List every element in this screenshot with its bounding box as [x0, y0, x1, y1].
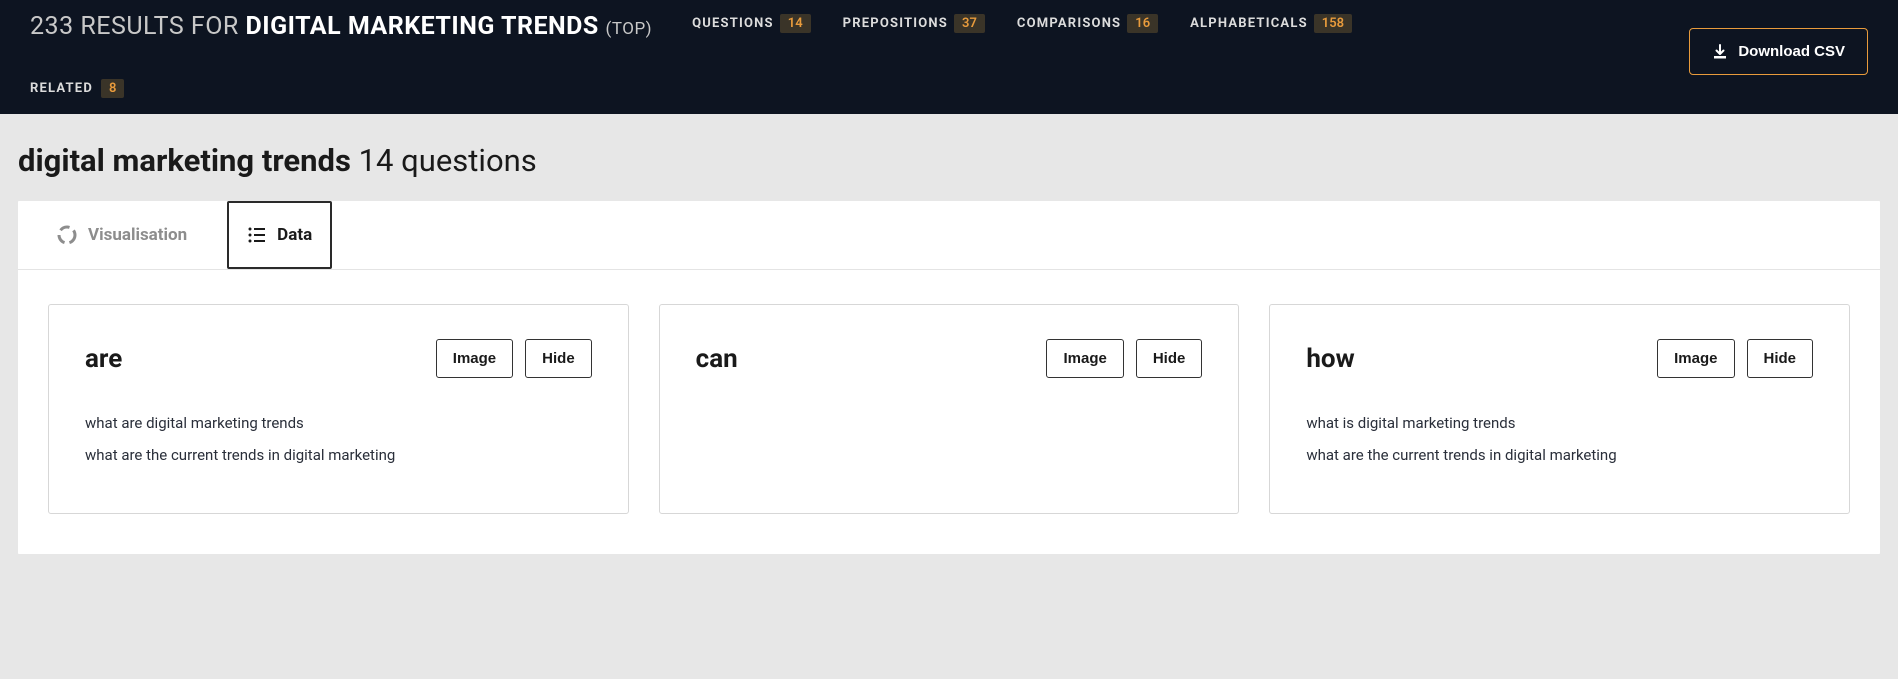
- download-csv-label: Download CSV: [1738, 43, 1845, 60]
- list-item[interactable]: what are digital marketing trends: [85, 414, 592, 432]
- count-badge: 158: [1314, 14, 1352, 33]
- nav-tab-label: ALPHABETICALS: [1190, 16, 1308, 31]
- count-badge: 8: [101, 79, 124, 98]
- nav-tab-label: PREPOSITIONS: [843, 16, 948, 31]
- count-badge: 16: [1127, 14, 1158, 33]
- hide-button[interactable]: Hide: [1747, 339, 1814, 378]
- nav-tab-questions[interactable]: QUESTIONS 14: [692, 14, 811, 33]
- section-title-wrap: digital marketing trends 14 questions: [0, 114, 1898, 201]
- card-actions: Image Hide: [436, 339, 592, 378]
- results-title: 233 RESULTS FOR DIGITAL MARKETING TRENDS…: [30, 12, 652, 41]
- hide-button[interactable]: Hide: [1136, 339, 1203, 378]
- tab-data[interactable]: Data: [227, 201, 332, 269]
- card-head: are Image Hide: [85, 339, 592, 378]
- count-badge: 14: [780, 14, 811, 33]
- nav-tab-label: RELATED: [30, 81, 93, 96]
- download-csv-button[interactable]: Download CSV: [1689, 28, 1868, 75]
- section-query: digital marketing trends: [18, 142, 351, 179]
- header-left: 233 RESULTS FOR DIGITAL MARKETING TRENDS…: [30, 0, 652, 114]
- card-list: what is digital marketing trends what ar…: [1306, 414, 1813, 464]
- tab-label: Visualisation: [88, 225, 187, 245]
- results-count: 233: [30, 12, 74, 41]
- nav-tab-label: COMPARISONS: [1017, 16, 1121, 31]
- hide-button[interactable]: Hide: [525, 339, 592, 378]
- nav-tab-comparisons[interactable]: COMPARISONS 16: [1017, 14, 1158, 33]
- view-tabs: Visualisation Data: [18, 201, 1880, 270]
- card-actions: Image Hide: [1657, 339, 1813, 378]
- cards-row: are Image Hide what are digital marketin…: [18, 270, 1880, 554]
- nav-tabs: QUESTIONS 14 PREPOSITIONS 37 COMPARISONS…: [692, 0, 1352, 33]
- panel: Visualisation Data are Image: [18, 201, 1880, 554]
- tab-visualisation[interactable]: Visualisation: [38, 201, 205, 269]
- card-actions: Image Hide: [1046, 339, 1202, 378]
- list-icon: [247, 225, 267, 245]
- card-title: are: [85, 344, 122, 374]
- card-title: can: [696, 344, 738, 374]
- card-head: how Image Hide: [1306, 339, 1813, 378]
- card-head: can Image Hide: [696, 339, 1203, 378]
- nav-tab-label: QUESTIONS: [692, 16, 774, 31]
- nav-tab-alphabeticals[interactable]: ALPHABETICALS 158: [1190, 14, 1352, 33]
- nav-tab-prepositions[interactable]: PREPOSITIONS 37: [843, 14, 985, 33]
- nav-tab-related[interactable]: RELATED 8: [30, 79, 652, 98]
- card-how: how Image Hide what is digital marketing…: [1269, 304, 1850, 514]
- section-title: digital marketing trends 14 questions: [18, 142, 1880, 179]
- tab-label: Data: [277, 225, 312, 245]
- visualisation-icon: [56, 224, 78, 246]
- card-are: are Image Hide what are digital marketin…: [48, 304, 629, 514]
- results-top: (TOP): [606, 19, 653, 39]
- count-badge: 37: [954, 14, 985, 33]
- card-list: what are digital marketing trends what a…: [85, 414, 592, 464]
- list-item[interactable]: what is digital marketing trends: [1306, 414, 1813, 432]
- image-button[interactable]: Image: [1046, 339, 1123, 378]
- image-button[interactable]: Image: [1657, 339, 1734, 378]
- card-title: how: [1306, 344, 1354, 374]
- list-item[interactable]: what are the current trends in digital m…: [85, 446, 592, 464]
- card-can: can Image Hide: [659, 304, 1240, 514]
- image-button[interactable]: Image: [436, 339, 513, 378]
- header: 233 RESULTS FOR DIGITAL MARKETING TRENDS…: [0, 0, 1898, 114]
- section-subtitle: 14 questions: [359, 142, 537, 179]
- results-query: DIGITAL MARKETING TRENDS: [246, 12, 599, 41]
- download-icon: [1712, 44, 1728, 60]
- list-item[interactable]: what are the current trends in digital m…: [1306, 446, 1813, 464]
- results-prefix: RESULTS FOR: [80, 12, 238, 41]
